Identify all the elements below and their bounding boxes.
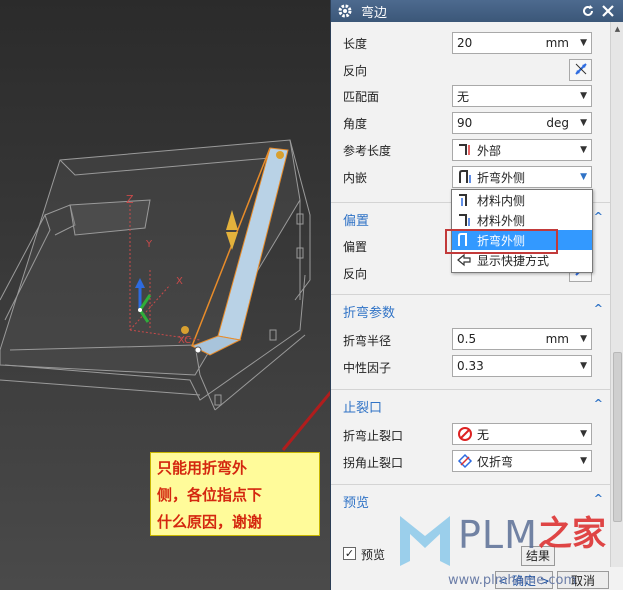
annotation-line: 什么原因，谢谢 (157, 513, 263, 531)
arrow-left-icon (456, 252, 472, 268)
watermark-brand-cn: 之家 (538, 514, 606, 554)
ref-length-value: 外部 (477, 143, 502, 158)
angle-value: 90 (457, 116, 473, 130)
inset-value: 折弯外侧 (477, 170, 526, 185)
chevron-down-icon[interactable]: ▼ (580, 429, 587, 439)
offset-label: 偏置 (343, 240, 368, 254)
corner-bend-only-icon (457, 453, 473, 469)
chevron-down-icon[interactable]: ▼ (580, 334, 587, 344)
caret-up-icon[interactable]: ^ (594, 397, 603, 410)
corner-relief-select[interactable]: 仅折弯 ▼ (452, 450, 592, 472)
chevron-down-icon[interactable]: ▼ (580, 145, 587, 155)
svg-text:Y: Y (145, 239, 153, 250)
angle-label: 角度 (343, 116, 368, 131)
offset-reverse-label: 反向 (343, 267, 368, 281)
preview-title[interactable]: 预览 (343, 492, 369, 511)
watermark-url: www.plmhome.com (448, 573, 577, 588)
gear-icon (337, 3, 353, 19)
neutral-factor-value: 0.33 (457, 359, 484, 373)
inset-row: 内嵌 折弯外侧 ▼ (331, 164, 611, 190)
match-face-label: 匹配面 (343, 89, 380, 104)
ref-length-row: 参考长度 外部 ▼ (331, 137, 611, 163)
ref-length-external-icon (457, 142, 473, 158)
match-face-select[interactable]: 无 ▼ (452, 85, 592, 107)
annotation-line: 只能用折弯外 (157, 459, 248, 477)
svg-text:X: X (176, 276, 183, 287)
close-icon[interactable] (599, 2, 617, 20)
angle-input[interactable]: 90 deg ▼ (452, 112, 592, 134)
bend-radius-label: 折弯半径 (343, 334, 392, 348)
annotation-note: 只能用折弯外 侧，各位指点下 什么原因，谢谢 (150, 452, 320, 536)
ref-length-select[interactable]: 外部 ▼ (452, 139, 592, 161)
length-input[interactable]: 20 mm ▼ (452, 32, 592, 54)
reverse-direction-icon (573, 61, 589, 80)
watermark-logo-icon (400, 516, 450, 566)
match-face-row: 匹配面 无 ▼ (331, 83, 611, 109)
chevron-down-icon[interactable]: ▼ (580, 172, 587, 182)
angle-unit: deg (546, 116, 569, 130)
reverse-direction-button[interactable] (569, 59, 592, 81)
inset-material-inner-icon (456, 192, 472, 208)
option-label: 显示快捷方式 (477, 253, 550, 268)
chevron-down-icon[interactable]: ▼ (580, 361, 587, 371)
dialog-title: 弯边 (361, 5, 388, 21)
bend-radius-input[interactable]: 0.5 mm ▼ (452, 328, 592, 350)
preview-checkbox-label: 预览 (361, 548, 386, 562)
angle-row: 角度 90 deg ▼ (331, 110, 611, 136)
inset-label: 内嵌 (343, 170, 368, 185)
annotation-line: 侧，各位指点下 (157, 486, 263, 504)
inset-select[interactable]: 折弯外侧 ▼ (452, 166, 592, 188)
bend-radius-value: 0.5 (457, 332, 477, 346)
chevron-down-icon[interactable]: ▼ (580, 91, 587, 101)
inset-bend-outer-icon (457, 169, 473, 185)
option-label: 材料内侧 (477, 193, 526, 208)
relief-title[interactable]: 止裂口 (343, 397, 382, 416)
corner-relief-value: 仅折弯 (477, 454, 514, 469)
selection-highlight-box (445, 229, 558, 254)
plmhome-watermark: PLM 之家 www.plmhome.com (395, 498, 623, 590)
caret-up-icon[interactable]: ^ (594, 302, 603, 315)
bend-relief-select[interactable]: 无 ▼ (452, 423, 592, 445)
corner-relief-label: 拐角止裂口 (343, 456, 404, 470)
neutral-factor-input[interactable]: 0.33 ▼ (452, 355, 592, 377)
reverse-label: 反向 (343, 63, 368, 78)
bend-params-title[interactable]: 折弯参数 (343, 302, 395, 321)
watermark-brand: PLM (458, 513, 538, 557)
chevron-down-icon[interactable]: ▼ (580, 38, 587, 48)
bend-radius-unit: mm (545, 332, 569, 346)
dialog-content: 长度 20 mm ▼ 反向 匹配面 无 ▼ 角度 90 deg ▼ 参考长度 外… (331, 22, 611, 567)
option-material-outer[interactable]: 材料外侧 (452, 210, 592, 230)
option-label: 材料外侧 (477, 213, 526, 228)
ref-length-label: 参考长度 (343, 143, 392, 158)
offset-section-title[interactable]: 偏置 (343, 210, 369, 229)
bend-relief-label: 折弯止裂口 (343, 429, 404, 443)
neutral-factor-label: 中性因子 (343, 361, 392, 375)
no-relief-icon (457, 426, 473, 442)
length-value: 20 (457, 36, 473, 50)
chevron-down-icon[interactable]: ▼ (580, 456, 587, 466)
dialog-scrollbar[interactable]: ▲ (610, 22, 623, 567)
option-material-inner[interactable]: 材料内侧 (452, 190, 592, 210)
relief-section: 止裂口 ^ 折弯止裂口 无 ▼ 拐角止裂口 仅折弯 ▼ (331, 389, 611, 484)
dialog-titlebar[interactable]: 弯边 (331, 0, 623, 22)
scrollbar-thumb[interactable] (613, 352, 622, 522)
bend-relief-value: 无 (477, 427, 490, 442)
preview-checkbox[interactable]: ✓ (343, 547, 356, 560)
svg-text:Z: Z (126, 193, 134, 206)
length-unit: mm (545, 36, 569, 50)
reset-icon[interactable] (579, 2, 597, 20)
caret-up-icon[interactable]: ^ (594, 210, 603, 223)
svg-text:XC: XC (178, 335, 191, 346)
reverse-row: 反向 (331, 57, 611, 83)
scroll-up-icon[interactable]: ▲ (611, 22, 623, 36)
chevron-down-icon[interactable]: ▼ (580, 118, 587, 128)
length-row: 长度 20 mm ▼ (331, 30, 611, 56)
match-face-value: 无 (457, 89, 470, 104)
length-label: 长度 (343, 36, 368, 51)
bend-params-section: 折弯参数 ^ 折弯半径 0.5 mm ▼ 中性因子 0.33 ▼ (331, 294, 611, 389)
inset-material-outer-icon (456, 212, 472, 228)
